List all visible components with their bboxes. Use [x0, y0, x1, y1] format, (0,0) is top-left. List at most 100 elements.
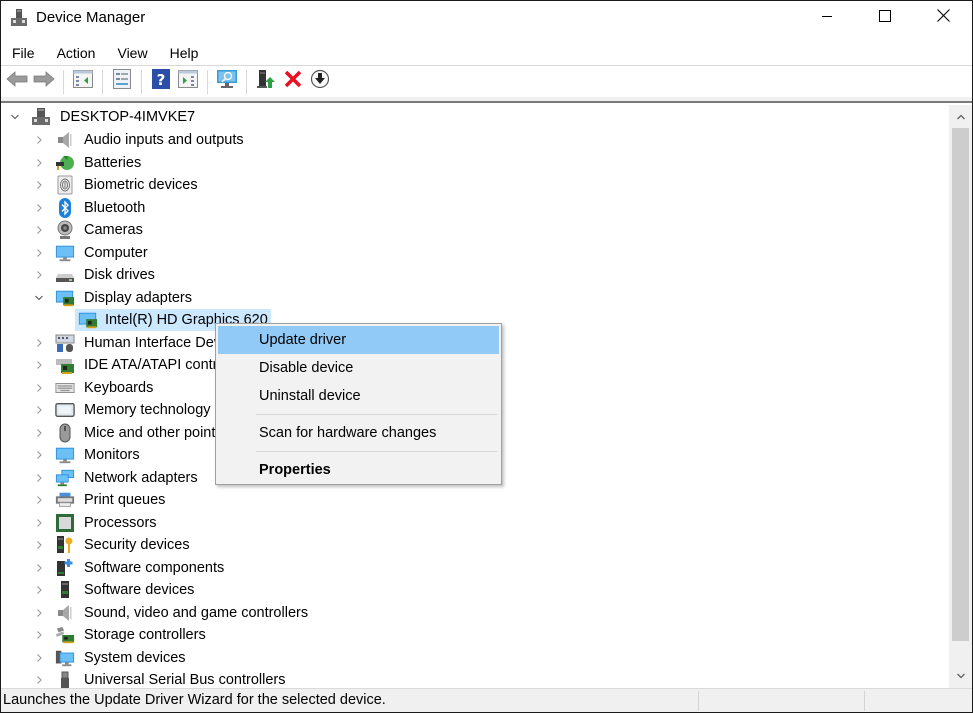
chevron-down-icon[interactable] — [9, 111, 21, 123]
chevron-right-icon[interactable] — [33, 404, 45, 416]
properties-icon — [112, 69, 131, 94]
maximize-icon — [879, 9, 891, 27]
chevron-right-icon[interactable] — [33, 494, 45, 506]
mouse-icon — [55, 423, 75, 443]
toolbar-border — [1, 97, 972, 103]
chevron-right-icon[interactable] — [33, 472, 45, 484]
monitor-icon — [55, 445, 75, 465]
menu-help[interactable]: Help — [163, 43, 206, 63]
menu-separator — [256, 414, 497, 415]
tree-item-security-devices[interactable]: Security devices — [33, 534, 193, 556]
minimize-button[interactable] — [798, 1, 856, 35]
tree-item-processors[interactable]: Processors — [33, 512, 160, 534]
title-bar: Device Manager — [1, 1, 972, 37]
chevron-right-icon[interactable] — [33, 157, 45, 169]
tree-item-usb-controllers[interactable]: Universal Serial Bus controllers — [33, 669, 288, 688]
forward-button[interactable] — [31, 69, 56, 94]
menu-view[interactable]: View — [110, 43, 154, 63]
context-menu: Update driver Disable device Uninstall d… — [215, 323, 502, 485]
close-icon — [936, 9, 950, 27]
chevron-right-icon[interactable] — [33, 629, 45, 641]
bluetooth-icon — [55, 198, 75, 218]
close-button[interactable] — [914, 1, 972, 35]
chevron-right-icon[interactable] — [33, 359, 45, 371]
properties-button[interactable] — [109, 69, 134, 94]
tree-item-display-adapters[interactable]: Display adapters — [33, 287, 195, 309]
chevron-right-icon[interactable] — [33, 224, 45, 236]
menu-item-update-driver[interactable]: Update driver — [218, 326, 499, 354]
menu-item-scan-hardware-changes[interactable]: Scan for hardware changes — [218, 419, 499, 447]
tree-item-system-devices[interactable]: System devices — [33, 647, 189, 669]
tree-item-network-adapters[interactable]: Network adapters — [33, 467, 201, 489]
tree-item-computer[interactable]: Computer — [33, 242, 151, 264]
chevron-right-icon[interactable] — [33, 247, 45, 259]
tree-item-bluetooth[interactable]: Bluetooth — [33, 197, 148, 219]
toolbar-separator — [207, 69, 208, 94]
minimize-icon — [821, 9, 833, 27]
status-text: Launches the Update Driver Wizard for th… — [3, 692, 386, 708]
computer-tower-icon — [31, 107, 51, 127]
tree-item-biometric[interactable]: Biometric devices — [33, 174, 201, 196]
update-driver-button[interactable] — [253, 69, 278, 94]
tree-item-print-queues[interactable]: Print queues — [33, 489, 168, 511]
scrollbar-thumb[interactable] — [952, 128, 969, 641]
chevron-up-icon — [956, 108, 966, 126]
chevron-down-icon — [956, 667, 966, 685]
chevron-down-icon[interactable] — [33, 292, 45, 304]
chevron-right-icon[interactable] — [33, 674, 45, 686]
chevron-right-icon[interactable] — [33, 652, 45, 664]
help-button[interactable]: ? — [148, 69, 173, 94]
tree-item-cameras[interactable]: Cameras — [33, 219, 146, 241]
chevron-right-icon[interactable] — [33, 179, 45, 191]
scroll-up-button[interactable] — [949, 107, 972, 127]
tree-item-storage-controllers[interactable]: Storage controllers — [33, 624, 209, 646]
display-adapter-icon — [78, 310, 98, 330]
window-title: Device Manager — [36, 9, 146, 26]
show-hide-console-tree-button[interactable] — [70, 69, 95, 94]
chevron-right-icon[interactable] — [33, 539, 45, 551]
speaker-icon — [55, 603, 75, 623]
vertical-scrollbar[interactable] — [949, 105, 972, 688]
scan-hardware-button[interactable] — [214, 69, 239, 94]
menu-item-disable-device[interactable]: Disable device — [218, 354, 499, 382]
chevron-right-icon[interactable] — [33, 517, 45, 529]
device-manager-app-icon — [10, 8, 28, 28]
software-component-icon — [55, 558, 75, 578]
tree-item-keyboards[interactable]: Keyboards — [33, 377, 156, 399]
tree-item-monitors[interactable]: Monitors — [33, 444, 143, 466]
tree-item-sound-video-game[interactable]: Sound, video and game controllers — [33, 602, 311, 624]
chevron-right-icon[interactable] — [33, 449, 45, 461]
chevron-right-icon[interactable] — [33, 562, 45, 574]
scroll-down-button[interactable] — [949, 666, 972, 686]
back-button[interactable] — [4, 69, 29, 94]
chevron-right-icon[interactable] — [33, 134, 45, 146]
computer-monitor-icon — [55, 243, 75, 263]
chevron-right-icon[interactable] — [33, 427, 45, 439]
chevron-right-icon[interactable] — [33, 269, 45, 281]
display-adapter-icon — [55, 288, 75, 308]
tree-root[interactable]: DESKTOP-4IMVKE7 — [9, 106, 198, 128]
tree-item-batteries[interactable]: Batteries — [33, 152, 144, 174]
uninstall-button[interactable] — [280, 69, 305, 94]
hid-icon — [55, 333, 75, 353]
chevron-right-icon[interactable] — [33, 202, 45, 214]
menu-action[interactable]: Action — [50, 43, 103, 63]
chevron-right-icon[interactable] — [33, 607, 45, 619]
tree-item-disk-drives[interactable]: Disk drives — [33, 264, 158, 286]
toolbar-separator — [102, 69, 103, 94]
scan-hardware-icon — [216, 69, 238, 94]
menu-item-properties[interactable]: Properties — [218, 456, 499, 484]
tree-item-audio-inputs[interactable]: Audio inputs and outputs — [33, 129, 247, 151]
menu-item-uninstall-device[interactable]: Uninstall device — [218, 382, 499, 410]
toolbar: ? — [1, 66, 972, 97]
chevron-right-icon[interactable] — [33, 337, 45, 349]
maximize-button[interactable] — [856, 1, 914, 35]
show-hide-action-pane-button[interactable] — [175, 69, 200, 94]
status-divider — [698, 691, 699, 711]
menu-file[interactable]: File — [5, 43, 42, 63]
tree-item-software-components[interactable]: Software components — [33, 557, 227, 579]
chevron-right-icon[interactable] — [33, 584, 45, 596]
disable-device-button[interactable] — [307, 69, 332, 94]
tree-item-software-devices[interactable]: Software devices — [33, 579, 197, 601]
chevron-right-icon[interactable] — [33, 382, 45, 394]
